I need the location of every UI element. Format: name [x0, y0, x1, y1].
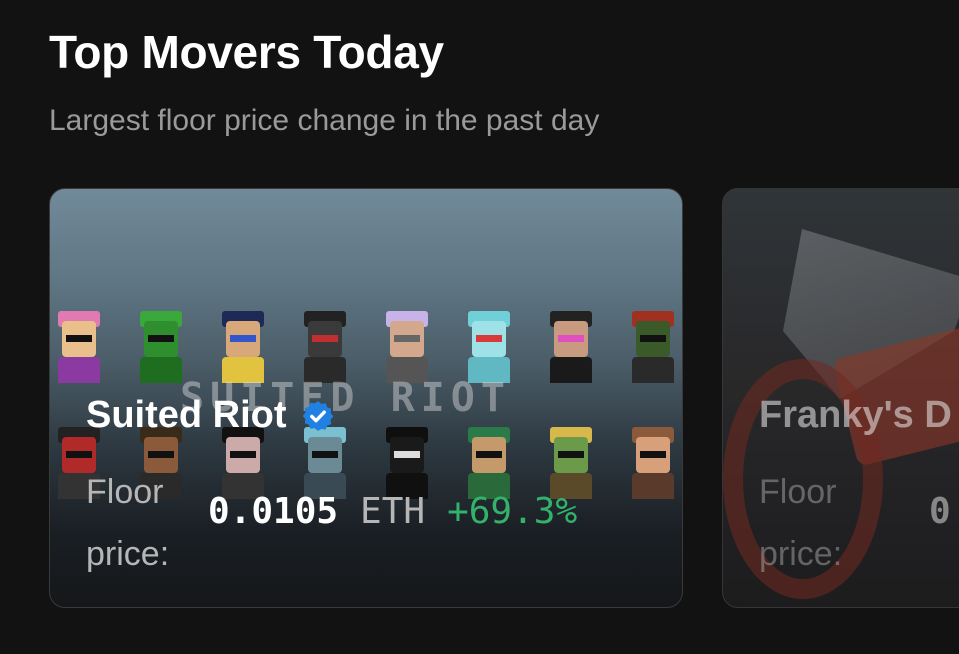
pixel-avatar — [628, 311, 678, 383]
pixel-avatar — [300, 427, 350, 499]
collection-name[interactable]: Franky's D — [759, 394, 952, 437]
pixel-avatar — [218, 427, 268, 499]
floor-price: 0 — [929, 491, 951, 532]
verified-badge-icon — [302, 400, 333, 431]
collection-banner-image — [50, 311, 682, 383]
pixel-avatar — [546, 311, 596, 383]
pixel-avatar — [300, 311, 350, 383]
collection-card-frankys[interactable]: Franky's D Floor price: 0 — [722, 188, 959, 608]
pixel-avatar — [382, 427, 432, 499]
pixel-avatar — [54, 311, 104, 383]
floor-price-value: 0 — [929, 491, 951, 532]
collection-name-text[interactable]: Suited Riot — [86, 394, 287, 437]
section-header: Top Movers Today Largest floor price cha… — [49, 22, 599, 138]
collection-card-suited-riot[interactable]: SUITED RIOT Suited Riot Floor price: 0.0… — [49, 188, 683, 608]
floor-price: 0.0105 ETH +69.3% — [208, 491, 577, 532]
pixel-avatar — [136, 311, 186, 383]
floor-price-label: Floor price: — [759, 473, 843, 573]
collection-name[interactable]: Suited Riot — [86, 394, 335, 437]
pixel-avatar — [628, 427, 678, 499]
floor-price-label: Floor price: — [86, 473, 170, 573]
floor-price-value: 0.0105 — [208, 491, 339, 532]
pixel-avatar — [382, 311, 432, 383]
floor-price-unit: ETH — [360, 491, 426, 532]
pixel-avatar — [546, 427, 596, 499]
pixel-avatar — [464, 427, 514, 499]
section-title: Top Movers Today — [49, 26, 444, 78]
section-subtitle: Largest floor price change in the past d… — [49, 104, 600, 137]
pixel-avatar — [464, 311, 514, 383]
price-change-percent: +69.3% — [447, 491, 578, 532]
pixel-avatar — [218, 311, 268, 383]
